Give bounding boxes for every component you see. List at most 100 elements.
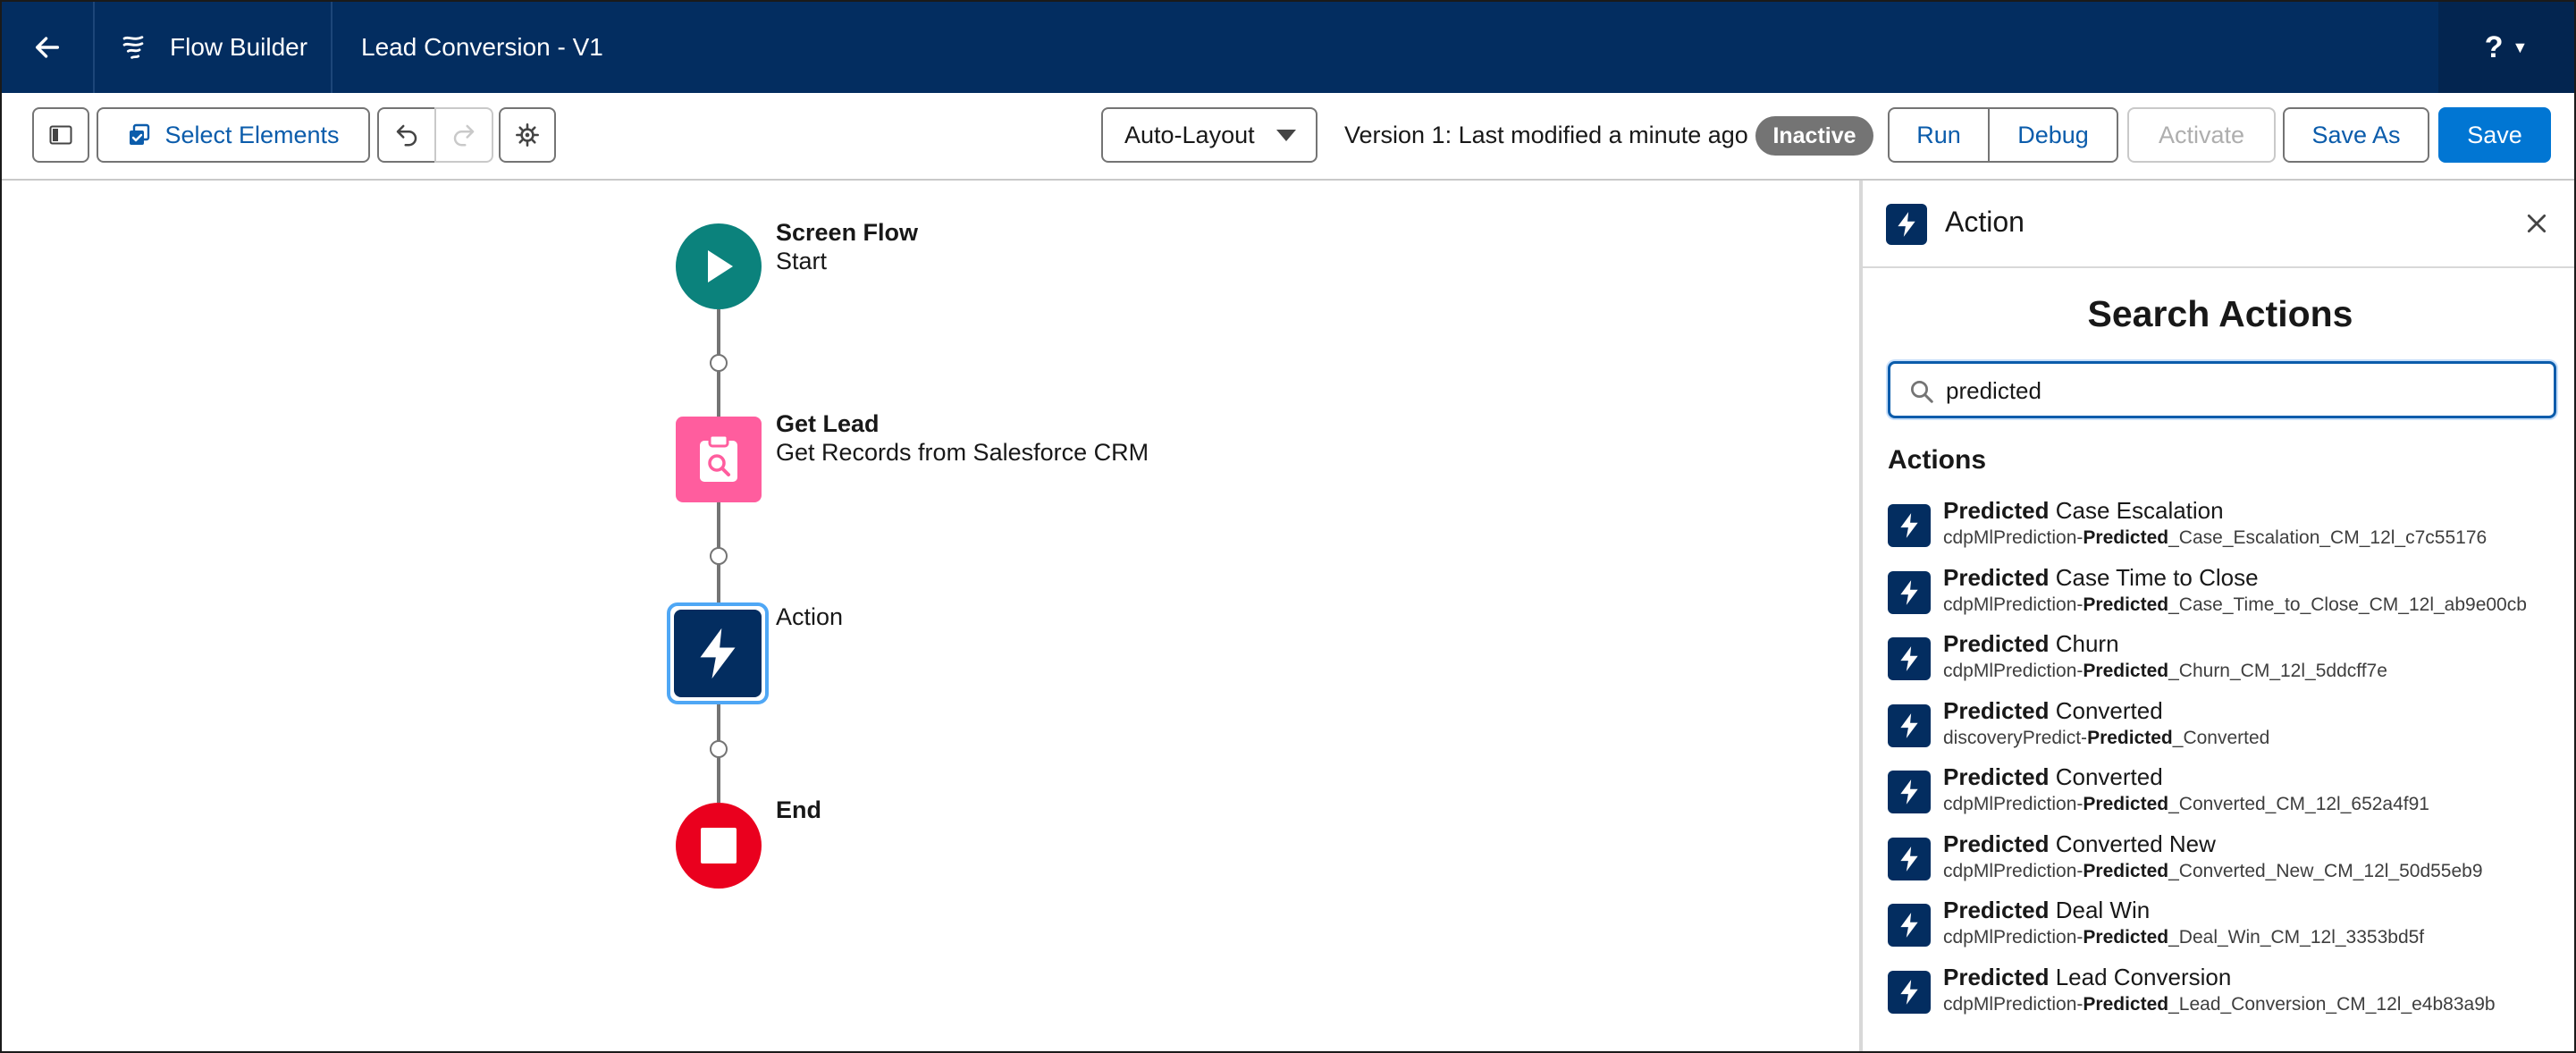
search-box[interactable]: [1888, 361, 2556, 418]
match-highlight: Predicted: [1943, 963, 2050, 990]
action-result-name: Lead Conversion: [2049, 963, 2232, 990]
action-result-item[interactable]: Predicted Case Escalation cdpMlPrediction…: [1888, 495, 2567, 562]
lightning-bolt-icon: [1886, 204, 1927, 245]
arrow-left-icon: [35, 37, 60, 58]
get-lead-node-title: Get Lead: [776, 410, 880, 437]
flow-title: Lead Conversion - V1: [361, 33, 603, 61]
triangle-down-icon: [1276, 129, 1296, 141]
action-result-name: Converted: [2049, 763, 2163, 790]
redo-icon: [453, 124, 475, 147]
start-node-label: Screen Flow Start: [776, 218, 918, 275]
match-highlight: Predicted: [1943, 897, 2050, 923]
close-panel-button[interactable]: [2521, 207, 2553, 240]
add-element-connector[interactable]: [710, 354, 728, 372]
toolbar: Select Elements Auto-Layout Version 1: L…: [2, 93, 2574, 181]
match-highlight: Predicted: [1943, 696, 2050, 724]
actions-section-label: Actions: [1888, 445, 1987, 475]
action-result-api-name: cdpMlPrediction-Predicted_Case_Escalatio…: [1943, 527, 2488, 548]
action-results-list: Predicted Case Escalation cdpMlPrediction…: [1888, 495, 2567, 1028]
search-input[interactable]: [1946, 373, 2536, 409]
redo-button[interactable]: [434, 107, 493, 163]
lightning-bolt-icon: [1888, 637, 1931, 680]
action-result-item[interactable]: Predicted Deal Win cdpMlPrediction-Predic…: [1888, 895, 2567, 962]
app-name: Flow Builder: [170, 33, 308, 61]
match-highlight: Predicted: [1943, 563, 2050, 591]
run-button[interactable]: Run: [1888, 107, 1990, 163]
multi-select-icon: [127, 122, 152, 147]
search-icon: [1908, 378, 1935, 405]
action-result-api-name: cdpMlPrediction-Predicted_Churn_CM_12l_5…: [1943, 661, 2387, 681]
action-result-api-name: cdpMlPrediction-Predicted_Deal_Win_CM_12…: [1943, 927, 2425, 948]
layout-mode-value: Auto-Layout: [1124, 121, 1255, 148]
action-result-api-name: cdpMlPrediction-Predicted_Converted_New_…: [1943, 860, 2483, 881]
lightning-bolt-icon: [700, 628, 736, 679]
lightning-bolt-icon: [1888, 504, 1931, 547]
undo-button[interactable]: [377, 107, 436, 163]
layout-mode-dropdown[interactable]: Auto-Layout: [1101, 107, 1317, 163]
get-lead-node[interactable]: [676, 417, 762, 502]
debug-button[interactable]: Debug: [1988, 107, 2118, 163]
action-result-name: Converted New: [2049, 830, 2216, 857]
action-result-item[interactable]: Predicted Converted discoveryPredict-Pred…: [1888, 695, 2567, 762]
action-node-label: Action: [776, 603, 844, 630]
action-result-item[interactable]: Predicted Converted New cdpMlPrediction-P…: [1888, 829, 2567, 896]
caret-down-icon: ▼: [2512, 38, 2529, 56]
end-node[interactable]: [676, 803, 762, 889]
select-elements-label: Select Elements: [164, 121, 340, 148]
action-result-name: Converted: [2049, 696, 2163, 724]
action-result-title: Predicted Deal Win: [1943, 897, 2150, 924]
lightning-bolt-icon: [1888, 570, 1931, 614]
action-result-api-name: cdpMlPrediction-Predicted_Converted_CM_1…: [1943, 794, 2429, 814]
add-element-connector[interactable]: [710, 547, 728, 565]
help-menu-button[interactable]: ? ▼: [2438, 2, 2574, 93]
get-lead-node-label: Get Lead Get Records from Salesforce CRM: [776, 409, 1149, 467]
lightning-bolt-icon: [1888, 703, 1931, 747]
lightning-bolt-icon: [1888, 970, 1931, 1014]
close-icon: [2527, 214, 2547, 233]
action-result-item[interactable]: Predicted Case Time to Close cdpMlPredict…: [1888, 562, 2567, 629]
save-as-button[interactable]: Save As: [2283, 107, 2429, 163]
action-result-item[interactable]: Predicted Converted cdpMlPrediction-Predi…: [1888, 762, 2567, 829]
search-heading: Search Actions: [2087, 293, 2353, 334]
action-result-title: Predicted Lead Conversion: [1943, 964, 2231, 991]
activate-button[interactable]: Activate: [2127, 107, 2276, 163]
action-result-api-name: cdpMlPrediction-Predicted_Lead_Conversio…: [1943, 993, 2496, 1015]
panel-toggle-icon: [49, 125, 72, 145]
match-highlight: Predicted: [1943, 630, 2050, 657]
toggle-panel-button[interactable]: [32, 107, 89, 163]
action-result-item[interactable]: Predicted Churn cdpMlPrediction-Predicted…: [1888, 628, 2567, 695]
settings-button[interactable]: [499, 107, 556, 163]
start-node-subtitle: Start: [776, 248, 828, 274]
play-icon: [708, 250, 733, 282]
version-info: Version 1: Last modified a minute ago: [1344, 121, 1748, 148]
end-node-title: End: [776, 796, 821, 823]
flow-canvas[interactable]: Screen Flow Start Get Lead Get Records f…: [2, 181, 1859, 1051]
action-result-title: Predicted Converted New: [1943, 830, 2216, 858]
save-button[interactable]: Save: [2438, 107, 2551, 163]
action-panel: Action Search Actions Actions Predicted …: [1859, 181, 2574, 1051]
gear-icon: [516, 123, 539, 147]
stop-icon: [701, 828, 737, 863]
lightning-bolt-icon: [1888, 837, 1931, 880]
select-elements-button[interactable]: Select Elements: [97, 107, 370, 163]
start-node[interactable]: [676, 223, 762, 309]
back-button[interactable]: [2, 2, 95, 93]
match-highlight: Predicted: [1943, 497, 2050, 524]
get-lead-node-subtitle: Get Records from Salesforce CRM: [776, 439, 1149, 466]
flow-builder-window: Flow Builder Lead Conversion - V1 ? ▼ Se…: [0, 0, 2576, 1053]
action-result-api-name: discoveryPredict-Predicted_Converted: [1943, 727, 2270, 748]
action-result-item[interactable]: Predicted Lead Conversion cdpMlPrediction…: [1888, 962, 2567, 1029]
app-header: Flow Builder Lead Conversion - V1 ? ▼: [2, 2, 2574, 93]
action-result-title: Predicted Case Escalation: [1943, 497, 2224, 525]
action-result-name: Churn: [2049, 630, 2119, 657]
lightning-bolt-icon: [1888, 771, 1931, 813]
add-element-connector[interactable]: [710, 740, 728, 758]
action-result-name: Case Time to Close: [2049, 563, 2259, 591]
match-highlight: Predicted: [1943, 763, 2050, 790]
action-node[interactable]: [674, 610, 762, 697]
lightning-bolt-icon: [1888, 904, 1931, 947]
panel-header: Action: [1863, 181, 2574, 268]
start-node-title: Screen Flow: [776, 219, 919, 246]
action-result-name: Deal Win: [2049, 897, 2151, 923]
app-name-area: Flow Builder: [95, 2, 333, 93]
